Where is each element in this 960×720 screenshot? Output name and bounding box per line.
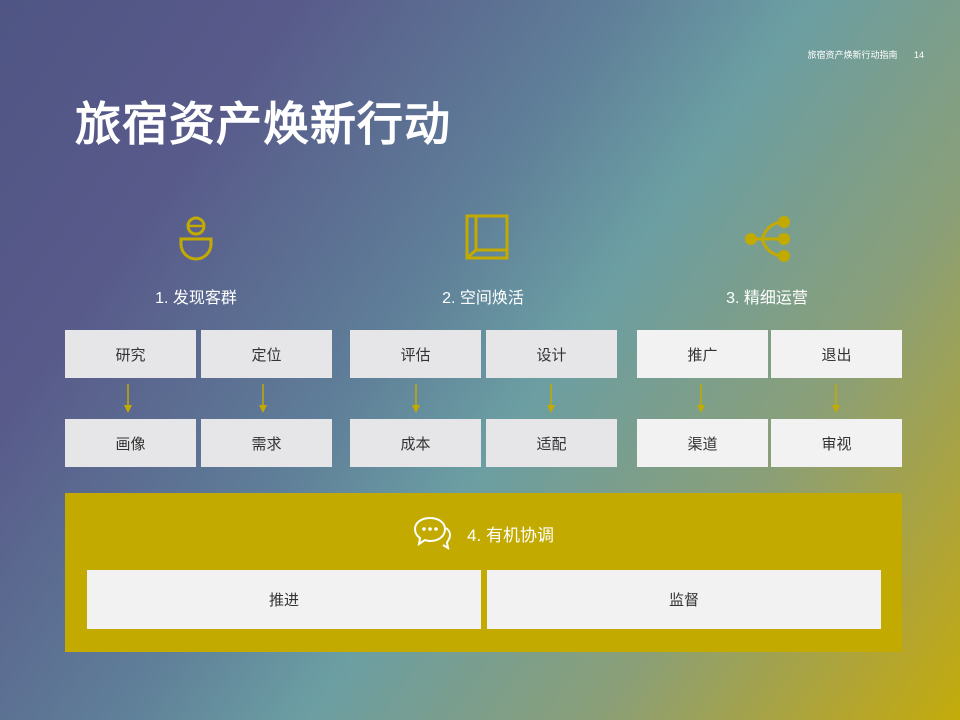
coordination-title: 4. 有机协调: [467, 525, 554, 545]
coordination-box-supervise: 监督: [487, 570, 881, 629]
step2-box-design: 设计: [486, 330, 617, 378]
page-title: 旅宿资产焕新行动: [75, 98, 451, 150]
step1-box-research: 研究: [65, 330, 196, 378]
step1-box-demand: 需求: [201, 419, 332, 467]
coordination-panel: 4. 有机协调 推进 监督: [65, 493, 902, 652]
step3-box-channel: 渠道: [637, 419, 768, 467]
doc-title: 旅宿资产焕新行动指南: [807, 50, 898, 60]
arrow-down-icon: [697, 384, 705, 413]
step1-box-profile: 画像: [65, 419, 196, 467]
book-icon: [465, 214, 509, 260]
step3-box-exit: 退出: [771, 330, 902, 378]
slide-header: 旅宿资产焕新行动指南 14: [807, 48, 924, 61]
page-number: 14: [913, 50, 924, 60]
network-icon: [745, 216, 790, 262]
chat-bubbles-icon: [414, 516, 452, 551]
coordination-box-advance: 推进: [87, 570, 481, 629]
step-title-2: 2. 空间焕活: [442, 290, 524, 307]
person-icon: [179, 216, 213, 261]
arrow-down-icon: [832, 384, 840, 413]
step-title-3: 3. 精细运营: [726, 290, 808, 307]
step-title-1: 1. 发现客群: [155, 290, 237, 307]
arrow-down-icon: [124, 384, 132, 413]
coordination-header: 4. 有机协调: [65, 513, 902, 553]
step3-box-review: 审视: [771, 419, 902, 467]
arrow-down-icon: [547, 384, 555, 413]
step2-box-evaluate: 评估: [350, 330, 481, 378]
arrow-down-icon: [412, 384, 420, 413]
step2-box-adapt: 适配: [486, 419, 617, 467]
arrow-down-icon: [259, 384, 267, 413]
step3-box-promote: 推广: [637, 330, 768, 378]
step2-box-cost: 成本: [350, 419, 481, 467]
step1-box-positioning: 定位: [201, 330, 332, 378]
